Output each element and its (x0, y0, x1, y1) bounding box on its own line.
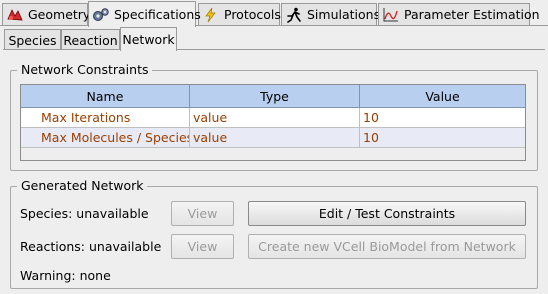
tab-geometry[interactable]: Geometry (2, 3, 91, 25)
chart-icon (382, 7, 400, 23)
tab-parameter-estimation[interactable]: Parameter Estimation (378, 3, 540, 25)
tab-protocols[interactable]: Protocols (198, 3, 281, 25)
subtab-species[interactable]: Species (4, 29, 61, 50)
constraints-table: Name Type Value Max Iterations value 10 … (20, 84, 526, 161)
column-header-value-label: Value (425, 88, 460, 104)
cell-type[interactable]: value (190, 128, 360, 148)
column-header-name-label: Name (86, 88, 124, 104)
tab-parameter-estimation-label: Parameter Estimation (404, 7, 540, 22)
runner-icon (285, 7, 303, 23)
column-header-type-label: Type (260, 88, 289, 104)
species-status: Species: unavailable (20, 206, 149, 221)
subtab-reaction-label: Reaction (63, 32, 118, 48)
reactions-status: Reactions: unavailable (20, 239, 162, 254)
tab-specifications[interactable]: Specifications (88, 1, 201, 27)
tab-protocols-label: Protocols (224, 7, 281, 22)
subtab-reaction[interactable]: Reaction (61, 29, 120, 50)
create-biomodel-button[interactable]: Create new VCell BioModel from Network (248, 234, 526, 259)
subtab-network[interactable]: Network (120, 27, 177, 51)
subtab-species-label: Species (8, 32, 57, 48)
tab-geometry-label: Geometry (28, 7, 91, 22)
edit-test-constraints-button[interactable]: Edit / Test Constraints (248, 201, 526, 226)
view-reactions-label: View (187, 239, 218, 254)
generated-network-title: Generated Network (17, 178, 148, 193)
view-reactions-button[interactable]: View (171, 234, 234, 259)
column-header-value[interactable]: Value (360, 85, 525, 108)
create-biomodel-label: Create new VCell BioModel from Network (258, 239, 516, 254)
column-header-name[interactable]: Name (21, 85, 190, 108)
column-header-type[interactable]: Type (190, 85, 360, 108)
tab-divider (0, 25, 548, 26)
cell-name[interactable]: Max Molecules / Species (21, 128, 190, 148)
gears-icon (92, 7, 110, 23)
subtab-network-label: Network (122, 32, 175, 47)
cell-value[interactable]: 10 (360, 128, 525, 148)
geometry-icon (6, 7, 24, 23)
tab-simulations[interactable]: Simulations (281, 3, 381, 25)
warning-status: Warning: none (20, 268, 111, 283)
top-tab-bar: Geometry Specifications Protocols Simula… (0, 0, 548, 27)
cell-value[interactable]: 10 (360, 108, 525, 128)
view-species-button[interactable]: View (171, 201, 234, 226)
edit-test-constraints-label: Edit / Test Constraints (318, 206, 456, 221)
lightning-icon (202, 7, 220, 23)
subtab-divider (3, 49, 545, 50)
tab-specifications-label: Specifications (114, 7, 201, 22)
view-species-label: View (187, 206, 218, 221)
network-constraints-title: Network Constraints (17, 62, 153, 77)
cell-type[interactable]: value (190, 108, 360, 128)
tab-simulations-label: Simulations (307, 7, 381, 22)
cell-name[interactable]: Max Iterations (21, 108, 190, 128)
table-row[interactable]: Max Molecules / Species value 10 (21, 128, 525, 148)
table-row[interactable]: Max Iterations value 10 (21, 108, 525, 128)
